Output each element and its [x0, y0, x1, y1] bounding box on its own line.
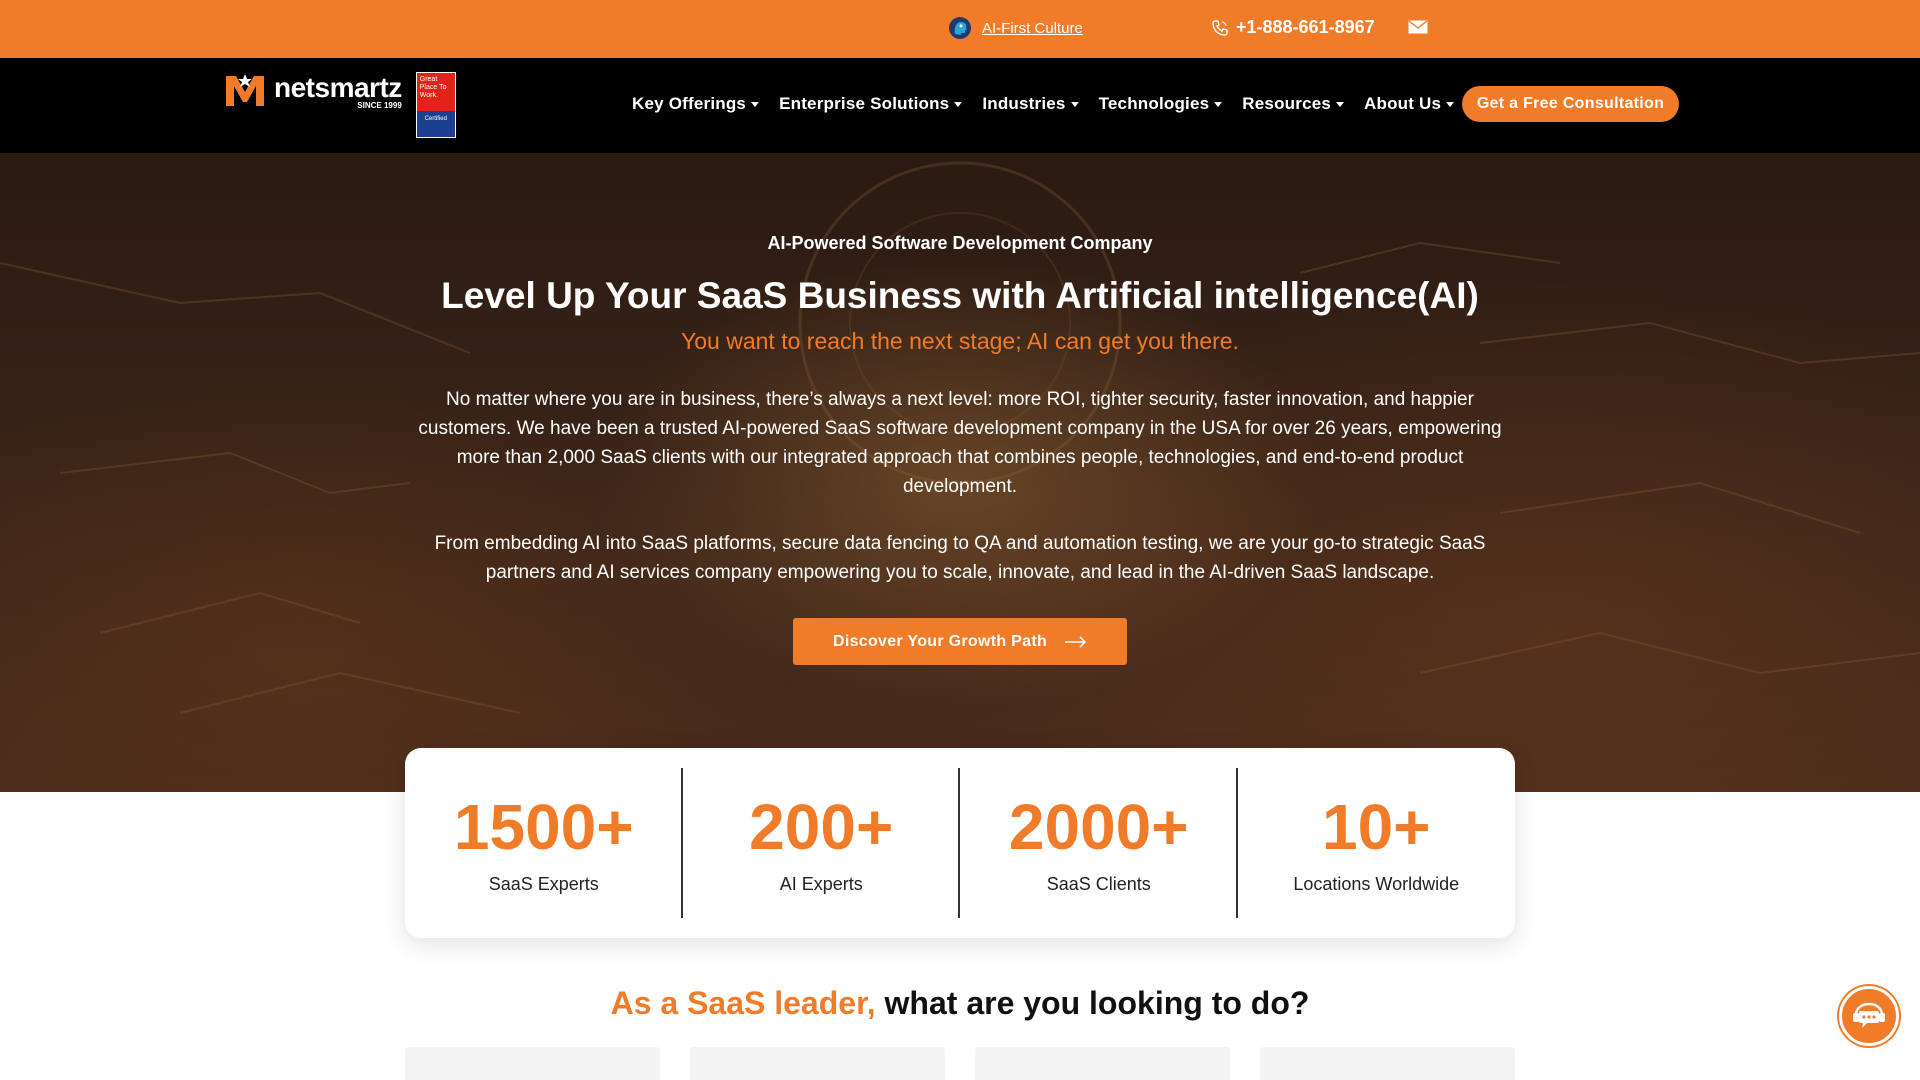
stat-value: 200+	[749, 791, 894, 863]
nav-item-about-us[interactable]: About Us	[1364, 94, 1455, 114]
service-card[interactable]	[1260, 1047, 1515, 1080]
chat-support-button[interactable]	[1839, 986, 1899, 1046]
nav-item-resources[interactable]: Resources	[1242, 94, 1345, 114]
hero-eyebrow: AI-Powered Software Development Company	[767, 233, 1153, 253]
stat-label: SaaS Clients	[1046, 874, 1151, 894]
phone-icon	[1212, 19, 1228, 36]
badge-text: Great Place To Work.	[419, 76, 447, 99]
service-card[interactable]	[690, 1047, 945, 1080]
hero-paragraph-1: No matter where you are in business, the…	[418, 389, 1502, 497]
free-consultation-button[interactable]: Get a Free Consultation	[1462, 86, 1679, 122]
nav-item-label: Enterprise Solutions	[779, 94, 950, 113]
ai-first-culture[interactable]: AI-First Culture	[948, 16, 1083, 40]
nav-item-industries[interactable]: Industries	[982, 94, 1079, 114]
stat-value: 2000+	[1008, 791, 1189, 863]
service-card[interactable]	[405, 1047, 660, 1080]
chat-support-icon	[1853, 1002, 1885, 1028]
logo-since: SINCE 1999	[357, 101, 402, 110]
phone-number[interactable]: +1-888-661-8967	[1236, 17, 1375, 38]
stat-value: 1500+	[453, 791, 634, 863]
nav-item-label: Industries	[982, 94, 1066, 113]
hero-title: Level Up Your SaaS Business with Artific…	[441, 275, 1479, 316]
nav-item-label: About Us	[1364, 94, 1442, 113]
logo-wordmark: netsmartz SINCE 1999	[274, 72, 402, 111]
netsmartz-logo[interactable]: netsmartz SINCE 1999 Great Place To Work…	[224, 72, 456, 138]
stat-label: Locations Worldwide	[1293, 874, 1460, 894]
logo-mark-icon	[226, 74, 264, 106]
main-navigation: netsmartz SINCE 1999 Great Place To Work…	[0, 58, 1920, 153]
arrow-right-icon	[1065, 635, 1087, 648]
caret-down-icon	[1446, 101, 1455, 107]
hero-paragraph-2: From embedding AI into SaaS platforms, s…	[434, 533, 1486, 583]
discover-growth-path-button[interactable]: Discover Your Growth Path	[793, 618, 1127, 665]
caret-down-icon	[1070, 101, 1079, 107]
caret-down-icon	[751, 101, 760, 107]
nav-menu: Key Offerings Enterprise Solutions Indus…	[632, 94, 1474, 114]
phone-contact[interactable]: +1-888-661-8967	[1212, 17, 1375, 38]
nav-item-enterprise-solutions[interactable]: Enterprise Solutions	[779, 94, 963, 114]
discover-button-label: Discover Your Growth Path	[832, 632, 1048, 650]
section-title-accent: As a SaaS leader,	[610, 985, 876, 1021]
nav-item-label: Resources	[1242, 94, 1332, 113]
nav-item-label: Technologies	[1098, 94, 1210, 113]
top-utility-bar: AI-First Culture +1-888-661-8967	[0, 0, 1920, 58]
stat-item: 2000+ SaaS Clients	[960, 748, 1238, 938]
ai-head-icon	[949, 17, 971, 39]
nav-item-key-offerings[interactable]: Key Offerings	[632, 94, 760, 114]
caret-down-icon	[1214, 101, 1223, 107]
stat-item: 10+ Locations Worldwide	[1238, 748, 1516, 938]
section-title: As a SaaS leader, what are you looking t…	[0, 985, 1920, 1022]
service-card[interactable]	[975, 1047, 1230, 1080]
caret-down-icon	[1336, 101, 1345, 107]
stat-item: 200+ AI Experts	[683, 748, 960, 938]
stat-value: 10+	[1321, 791, 1431, 863]
badge-certified: Certified	[416, 111, 455, 137]
logo-name: netsmartz	[274, 72, 402, 103]
stat-label: AI Experts	[779, 874, 863, 894]
stat-label: SaaS Experts	[488, 874, 599, 894]
service-cards	[405, 1047, 1515, 1080]
great-place-to-work-badge: Great Place To Work. Certified	[415, 72, 456, 138]
stats-card: 1500+ SaaS Experts 200+ AI Experts 2000+…	[405, 748, 1515, 938]
mail-icon[interactable]	[1408, 20, 1428, 34]
caret-down-icon	[954, 101, 963, 107]
nav-item-label: Key Offerings	[632, 94, 747, 113]
stat-item: 1500+ SaaS Experts	[405, 748, 683, 938]
nav-item-technologies[interactable]: Technologies	[1099, 94, 1223, 114]
section-title-rest: what are you looking to do?	[875, 985, 1310, 1021]
hero-subtitle: You want to reach the next stage; AI can…	[681, 328, 1239, 354]
ai-first-culture-link[interactable]: AI-First Culture	[982, 20, 1083, 37]
hero-section: AI-Powered Software Development Company …	[0, 153, 1920, 792]
